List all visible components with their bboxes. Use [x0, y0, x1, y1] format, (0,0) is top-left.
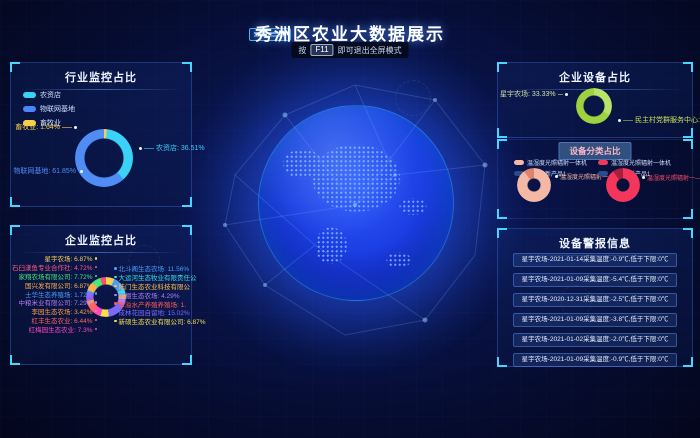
legend-label: 农资店: [40, 90, 61, 100]
panel-enterprise-ratio: 企业监控占比 星宇农场: 6.87% 石臼漾鱼专业合作社: 4.72% 家翔农场…: [10, 225, 192, 365]
panel-device-alarms: 设备警报信息 星宇农场-2021-01-14采集温度:-0.9℃,低于下限:0℃…: [497, 228, 693, 367]
legend-swatch: [23, 106, 36, 112]
callout-farm-store: 农资店: 36.51%: [139, 143, 205, 153]
label-dot: [114, 276, 117, 279]
label-dot: [114, 294, 117, 297]
label-dot: [95, 319, 98, 322]
label-dot: [114, 311, 117, 314]
industry-donut-chart: [75, 129, 133, 187]
alarm-row: 星宇农场-2021-01-14采集温度:-0.9℃,低于下限:0℃: [513, 253, 677, 267]
label-dot: [114, 285, 117, 288]
leader-line: [558, 94, 563, 95]
legend-item[interactable]: 物联网基地: [23, 104, 75, 114]
legend-swatch: [598, 171, 608, 176]
callout-livestock: 畜牧业: 1.64%: [13, 122, 77, 132]
hint-suffix: 即可退出全屏模式: [338, 45, 402, 56]
callout-text: 星宇农场: 33.33%: [500, 89, 556, 99]
label-dot: [95, 257, 98, 260]
enterprise-label[interactable]: 红梅园生态农业: 7.3%: [13, 324, 97, 333]
alarm-row: 星宇农场-2021-01-02采集温度:-2.0℃,低于下限:0℃: [513, 333, 677, 347]
callout-text: 物联网基地: 61.85%: [13, 166, 76, 176]
legend-item[interactable]: 温湿度光照辐射一体机: [514, 158, 587, 167]
label-dot: [114, 267, 117, 270]
leader-line: [62, 127, 72, 128]
leader-line: [623, 120, 633, 121]
label-dot: [95, 310, 98, 313]
hint-prefix: 按: [298, 45, 306, 56]
panel-title: 设备警报信息: [498, 229, 692, 255]
panel-industry-ratio: 行业监控占比 农资店 物联网基地 畜牧业 畜牧业: 1.64%: [10, 62, 192, 207]
legend-swatch: [23, 92, 36, 98]
panel-title: 行业监控占比: [11, 63, 191, 89]
label-text: 新硕生态农业有限公司: 6.87%: [119, 316, 206, 326]
panel-title: 企业监控占比: [11, 226, 191, 252]
legend-label: 温湿度光照辐射一体机: [611, 158, 671, 167]
alarm-row: 星宇农场-2020-12-31采集温度:-2.5℃,低于下限:0℃: [513, 293, 677, 307]
leader-line: [144, 148, 154, 149]
alarm-row: 星宇农场-2021-01-09采集温度:-5.4℃,低于下限:0℃: [513, 273, 677, 287]
label-dot: [95, 284, 98, 287]
devices-donut-chart: [576, 88, 612, 124]
alarm-row: 星宇农场-2021-01-09采集温度:-0.9℃,低于下限:0℃: [513, 353, 677, 367]
category-donut-right: [606, 168, 640, 202]
f11-key-badge: F11: [310, 44, 333, 56]
label-dot: [95, 266, 98, 269]
legend-item[interactable]: 农资店: [23, 90, 75, 100]
label-dot: [114, 302, 117, 305]
callout-iot-base: 物联网基地: 61.85%: [17, 166, 83, 176]
fullscreen-hint: 按 F11 即可退出全屏模式: [291, 42, 408, 58]
category-callout-right: 温湿度光照辐射一—: [642, 173, 700, 182]
leader-dot: [80, 170, 83, 173]
leader-dot: [642, 176, 645, 179]
enterprise-labels-right: 北斗阁生态农场: 11.56% 大运河生态牧业有限责任公 陆门生态农业科技有限公…: [114, 264, 190, 326]
globe-visual: [258, 105, 454, 301]
legend-label: 物联网基地: [40, 104, 75, 114]
legend-swatch: [598, 160, 608, 165]
globe-sheen: [259, 106, 453, 300]
panel-title: 企业设备占比: [498, 63, 692, 89]
callout-text: 农资店: 36.51%: [156, 143, 205, 153]
label-dot: [95, 275, 98, 278]
label-text: 红梅园生态农业: 7.3%: [29, 324, 93, 334]
legend-item[interactable]: 温湿度光照辐射一体机: [598, 158, 671, 167]
panel-device-ratio: 企业设备占比 星宇农场: 33.33% 民主村党群服务中心:: [497, 62, 693, 138]
callout-xingyu-farm: 星宇农场: 33.33%: [500, 89, 568, 99]
callout-text: 温湿度光照辐射一—: [647, 173, 700, 182]
alarm-list: 星宇农场-2021-01-14采集温度:-0.9℃,低于下限:0℃ 星宇农场-20…: [513, 253, 677, 367]
category-donut-left: [517, 168, 551, 202]
leader-dot: [555, 175, 558, 178]
leader-dot: [74, 126, 77, 129]
watermark-circle: [395, 80, 431, 116]
leader-dot: [565, 93, 568, 96]
enterprise-label[interactable]: 新硕生态农业有限公司: 6.87%: [114, 317, 190, 326]
callout-text: 民主村党群服务中心:: [635, 115, 700, 125]
label-dot: [95, 301, 98, 304]
leader-dot: [139, 147, 142, 150]
label-dot: [95, 292, 98, 295]
leader-dot: [618, 119, 621, 122]
legend-label: 温湿度光照辐射一体机: [527, 158, 587, 167]
label-dot: [95, 328, 98, 331]
label-dot: [114, 320, 117, 323]
alarm-row: 星宇农场-2021-01-09采集温度:-3.8℃,低于下限:0℃: [513, 313, 677, 327]
callout-text: 畜牧业: 1.64%: [15, 122, 60, 132]
legend-swatch: [514, 160, 524, 165]
panel-device-category: 设备分类占比 温湿度光照辐射一体机 一体机新产品1 温湿度光照辐射一— 温湿度光…: [497, 139, 693, 219]
dashboard: 秀洲区农业大数据展示 按 F11 即可退出全屏模式 行业监控占比 农资店 物联网…: [0, 0, 700, 438]
callout-service-center: 民主村党群服务中心:: [618, 115, 700, 125]
enterprise-labels-left: 星宇农场: 6.87% 石臼漾鱼专业合作社: 4.72% 家翔农场有限公司: 7…: [13, 254, 97, 333]
